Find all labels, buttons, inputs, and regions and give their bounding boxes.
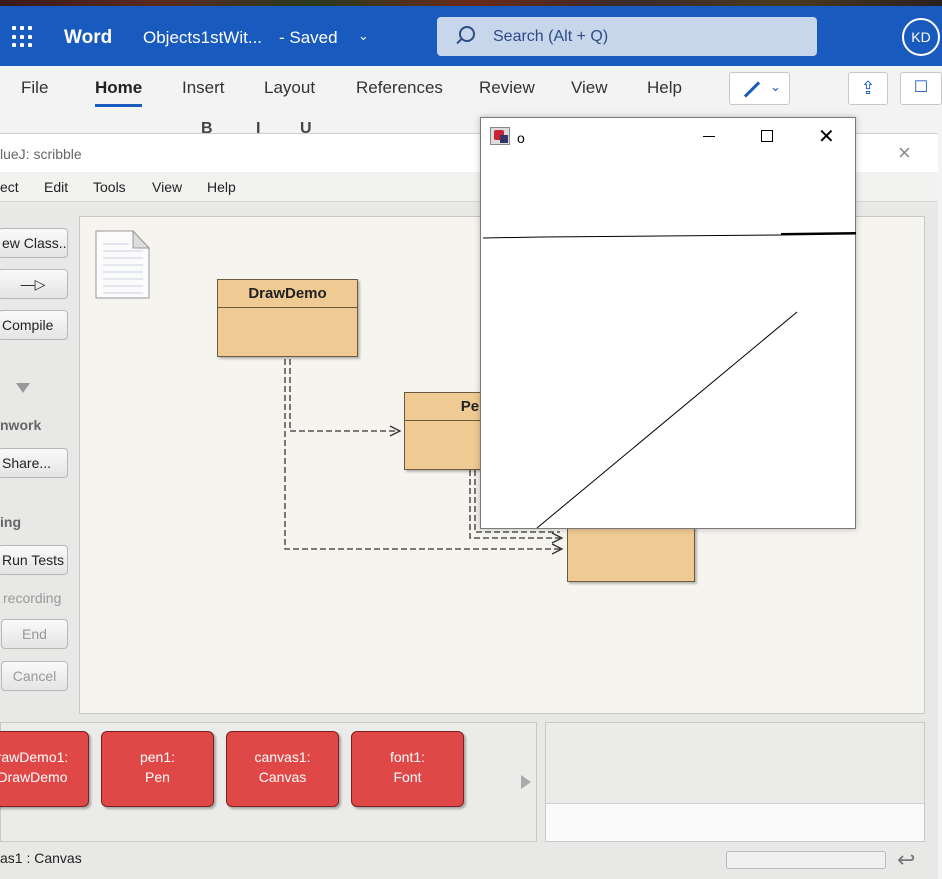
- compile-button[interactable]: Compile: [0, 310, 68, 340]
- object-type: DrawDemo: [0, 769, 68, 785]
- search-placeholder: Search (Alt + Q): [493, 28, 609, 45]
- object-name: pen1:: [139, 749, 176, 765]
- recording-label: recording: [3, 590, 62, 606]
- pencil-icon: [743, 81, 761, 98]
- codepad-input[interactable]: [546, 803, 924, 841]
- class-drawdemo[interactable]: DrawDemo: [217, 279, 358, 357]
- progress-bar: [726, 851, 886, 869]
- share-project-button[interactable]: Share...: [0, 448, 68, 478]
- search-box[interactable]: Search (Alt + Q): [437, 17, 817, 56]
- tab-view[interactable]: View: [571, 78, 608, 98]
- close-icon[interactable]: ×: [898, 140, 911, 166]
- ribbon-tabs: File Home Insert Layout References Revie…: [0, 66, 942, 112]
- drawn-line-segment: [780, 232, 857, 235]
- menu-help[interactable]: Help: [207, 179, 236, 195]
- testing-heading: ing: [0, 514, 21, 530]
- tab-review[interactable]: Review: [479, 78, 535, 98]
- object-font1[interactable]: font1: Font: [351, 731, 464, 807]
- menu-tools[interactable]: Tools: [93, 179, 126, 195]
- object-name: canvas1:: [254, 749, 311, 765]
- drawn-diagonal-line: [536, 311, 798, 529]
- undo-icon[interactable]: ↩: [897, 847, 915, 873]
- tab-help[interactable]: Help: [647, 78, 682, 98]
- status-text: as1 : Canvas: [0, 850, 82, 866]
- word-app-name[interactable]: Word: [64, 27, 112, 49]
- chevron-down-icon[interactable]: ⌄: [358, 28, 369, 44]
- object-type: Canvas: [258, 769, 307, 785]
- drawing-canvas[interactable]: [481, 118, 857, 530]
- object-name: font1:: [389, 749, 426, 765]
- object-canvas1[interactable]: canvas1: Canvas: [226, 731, 339, 807]
- teamwork-heading: nwork: [0, 417, 42, 433]
- tab-layout[interactable]: Layout: [264, 78, 315, 98]
- object-type: Font: [393, 769, 422, 785]
- status-bar: as1 : Canvas ↩: [0, 846, 938, 879]
- tab-file[interactable]: File: [21, 78, 48, 98]
- word-title-bar: Word Objects1stWit... - Saved ⌄ Search (…: [0, 0, 942, 66]
- bold-icon[interactable]: B: [201, 120, 213, 134]
- document-title[interactable]: Objects1stWit...: [143, 28, 262, 48]
- underline-icon[interactable]: U: [300, 120, 312, 134]
- collapse-triangle-icon[interactable]: [16, 383, 30, 393]
- object-name: rawDemo1:: [0, 749, 69, 765]
- new-class-button[interactable]: ew Class...: [0, 228, 68, 258]
- menu-view[interactable]: View: [152, 179, 182, 195]
- inheritance-arrow-button[interactable]: —▷: [0, 269, 68, 299]
- menu-project[interactable]: ect: [0, 179, 19, 195]
- canvas-window[interactable]: o ✕: [480, 117, 857, 530]
- avatar[interactable]: KD: [902, 18, 940, 56]
- search-icon: [459, 26, 475, 42]
- share-button[interactable]: ⇪: [848, 72, 888, 105]
- run-tests-button[interactable]: Run Tests: [0, 545, 68, 575]
- object-pen1[interactable]: pen1: Pen: [101, 731, 214, 807]
- editing-mode-button[interactable]: ⌄: [729, 72, 790, 105]
- tab-references[interactable]: References: [356, 78, 443, 98]
- menu-edit[interactable]: Edit: [44, 179, 68, 195]
- italic-icon[interactable]: I: [256, 120, 260, 134]
- scroll-right-icon[interactable]: [521, 775, 531, 789]
- comments-button[interactable]: ☐: [900, 72, 942, 105]
- bluej-window-title: lueJ: scribble: [0, 146, 82, 162]
- readme-note-icon[interactable]: [95, 230, 150, 300]
- end-button[interactable]: End: [1, 619, 68, 649]
- object-type: Pen: [145, 769, 170, 785]
- save-status: - Saved: [279, 28, 338, 47]
- chevron-down-icon: ⌄: [770, 79, 781, 94]
- object-drawdemo1[interactable]: rawDemo1: DrawDemo: [0, 731, 89, 807]
- tab-home[interactable]: Home: [95, 78, 143, 107]
- cancel-button[interactable]: Cancel: [1, 661, 68, 691]
- tab-insert[interactable]: Insert: [182, 78, 225, 98]
- app-launcher-icon[interactable]: [12, 26, 34, 48]
- class-name: DrawDemo: [218, 280, 357, 308]
- desktop-photo-strip: [0, 0, 942, 6]
